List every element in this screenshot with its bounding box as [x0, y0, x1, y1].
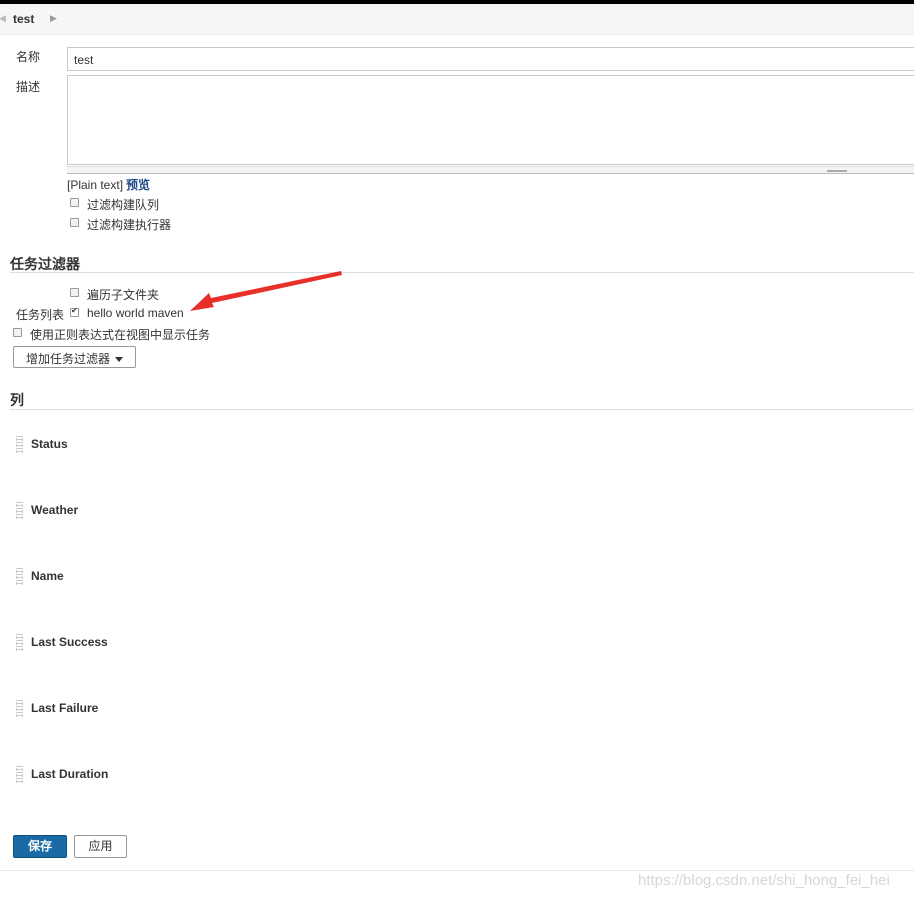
annotation-arrow-icon	[190, 271, 342, 311]
